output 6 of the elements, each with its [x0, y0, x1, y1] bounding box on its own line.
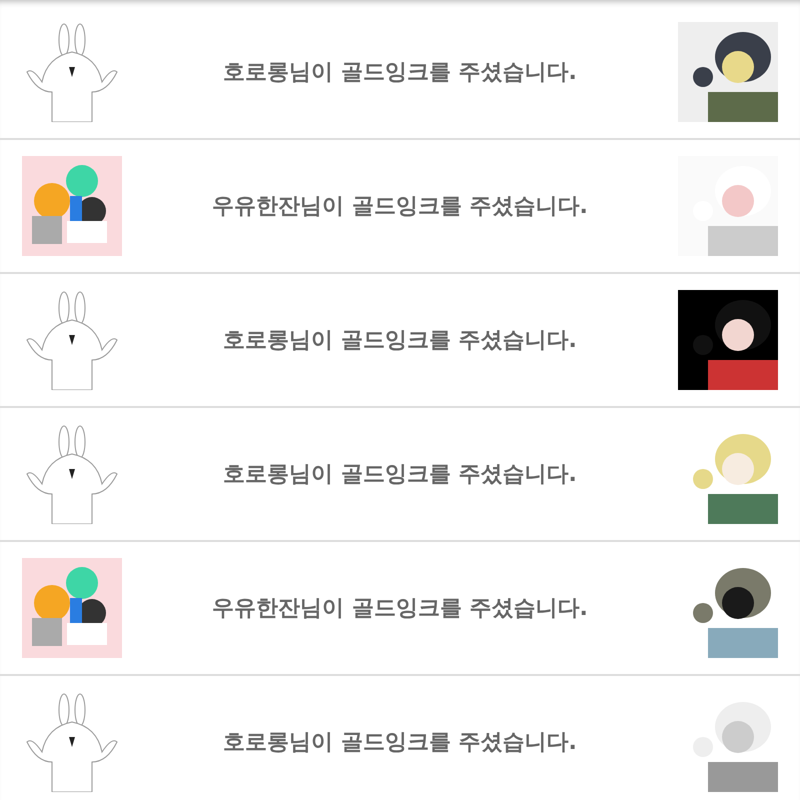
notification-message: 호로롱님이 골드잉크를 주셨습니다.: [222, 461, 578, 489]
notification-message: 호로롱님이 골드잉크를 주셨습니다.: [222, 59, 578, 87]
notification-message: 우유한잔님이 골드잉크를 주셨습니다.: [211, 193, 589, 221]
notification-message: 호로롱님이 골드잉크를 주셨습니다.: [222, 327, 578, 355]
notification-message: 우유한잔님이 골드잉크를 주셨습니다.: [211, 595, 589, 623]
notification-message: 호로롱님이 골드잉크를 주셨습니다.: [222, 729, 578, 757]
